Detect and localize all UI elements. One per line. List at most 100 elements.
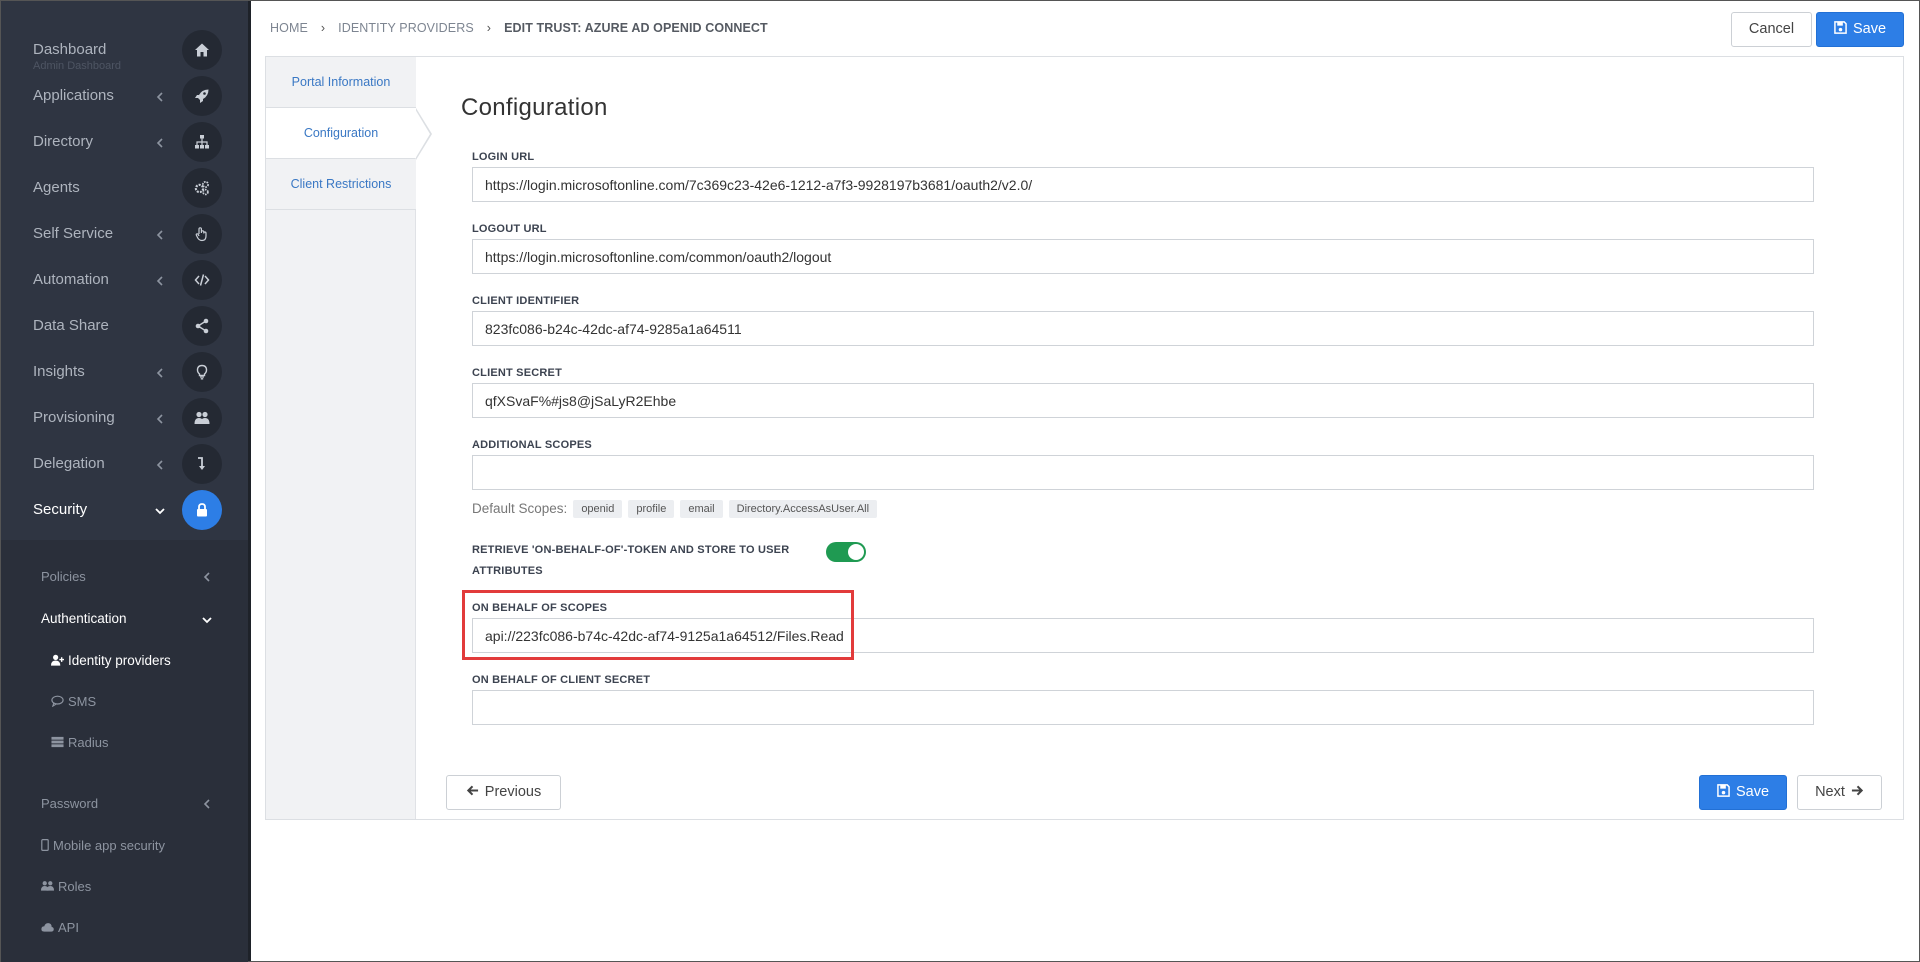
sidebar-item-policies[interactable]: Policies bbox=[41, 569, 86, 584]
sidebar-item-automation[interactable]: Automation bbox=[0, 258, 247, 304]
breadcrumb-home[interactable]: HOME bbox=[270, 21, 308, 35]
logout-url-label: LOGOUT URL bbox=[472, 223, 547, 235]
sidebar-item-label: Applications bbox=[33, 87, 114, 104]
sidebar-item-dashboard[interactable]: Dashboard Admin Dashboard bbox=[0, 28, 247, 74]
sidebar-item-label: Identity providers bbox=[68, 653, 171, 668]
tab-configuration[interactable]: Configuration bbox=[266, 108, 416, 159]
sidebar-item-identity-providers[interactable]: Identity providers bbox=[51, 653, 171, 668]
sidebar-item-password[interactable]: Password bbox=[41, 796, 98, 811]
sidebar-item-label: Directory bbox=[33, 133, 94, 150]
server-icon bbox=[51, 736, 64, 748]
obo-token-toggle[interactable] bbox=[826, 542, 866, 562]
sidebar-item-authentication[interactable]: Authentication bbox=[41, 611, 127, 626]
user-plus-icon bbox=[51, 654, 64, 666]
comment-icon bbox=[51, 695, 64, 707]
sidebar-item-label: Agents bbox=[33, 179, 80, 196]
obo-toggle-label-line2: ATTRIBUTES bbox=[472, 565, 543, 577]
breadcrumb-identity-providers[interactable]: IDENTITY PROVIDERS bbox=[338, 21, 474, 35]
security-submenu bbox=[1, 540, 248, 962]
chevron-right-icon: › bbox=[486, 21, 492, 35]
sidebar-item-label: Mobile app security bbox=[53, 838, 165, 853]
scope-tag: Directory.AccessAsUser.All bbox=[728, 500, 878, 518]
chevron-left-icon bbox=[156, 92, 163, 102]
mobile-icon bbox=[41, 839, 49, 851]
breadcrumb-current: EDIT TRUST: AZURE AD OPENID CONNECT bbox=[504, 21, 768, 35]
sidebar-item-sms[interactable]: SMS bbox=[51, 694, 96, 709]
floppy-disk-icon bbox=[1834, 21, 1847, 34]
sidebar-item-label: Roles bbox=[58, 879, 92, 894]
sidebar-item-label: Data Share bbox=[33, 317, 109, 334]
cancel-button[interactable]: Cancel bbox=[1731, 12, 1812, 47]
client-identifier-label: CLIENT IDENTIFIER bbox=[472, 295, 580, 307]
highlight-annotation-box bbox=[462, 590, 854, 660]
tab-label: Configuration bbox=[303, 126, 379, 140]
chevron-down-icon bbox=[202, 617, 212, 624]
tab-label: Client Restrictions bbox=[290, 177, 392, 191]
sidebar-item-delegation[interactable]: Delegation bbox=[0, 442, 247, 488]
sidebar-item-self-service[interactable]: Self Service bbox=[0, 212, 247, 258]
sidebar-item-agents[interactable]: Agents bbox=[0, 166, 247, 212]
sidebar-icon-circle bbox=[182, 398, 222, 438]
default-scopes-label: Default Scopes: bbox=[472, 501, 568, 516]
sidebar-item-label: Dashboard bbox=[33, 41, 107, 58]
client-identifier-input[interactable] bbox=[472, 311, 1814, 346]
obo-toggle-label-line1: RETRIEVE 'ON-BEHALF-OF'-TOKEN AND STORE … bbox=[472, 544, 790, 556]
save-button-bottom[interactable]: Save bbox=[1699, 775, 1787, 810]
sidebar-item-label: Password bbox=[41, 796, 99, 811]
users-icon bbox=[194, 411, 210, 424]
additional-scopes-label: ADDITIONAL SCOPES bbox=[472, 439, 592, 451]
login-url-label: LOGIN URL bbox=[472, 151, 535, 163]
client-secret-input[interactable] bbox=[472, 383, 1814, 418]
breadcrumb: HOME › IDENTITY PROVIDERS › EDIT TRUST: AZUR… bbox=[270, 21, 768, 35]
chevron-left-icon bbox=[203, 572, 210, 582]
sidebar-item-label: Automation bbox=[33, 271, 109, 288]
sidebar-item-mobile-app-security[interactable]: Mobile app security bbox=[41, 838, 165, 853]
next-button[interactable]: Next bbox=[1797, 775, 1882, 810]
sidebar-icon-circle bbox=[182, 122, 222, 162]
sidebar-item-label: Delegation bbox=[33, 455, 105, 472]
sidebar-item-label: Authentication bbox=[41, 611, 127, 626]
sidebar-divider bbox=[248, 1, 251, 961]
sidebar-item-provisioning[interactable]: Provisioning bbox=[0, 396, 247, 442]
chevron-right-icon: › bbox=[320, 21, 326, 35]
sidebar-icon-circle bbox=[182, 490, 222, 530]
tab-portal-information[interactable]: Portal Information bbox=[266, 57, 416, 108]
sidebar-item-roles[interactable]: Roles bbox=[41, 879, 91, 894]
page-title: Configuration bbox=[461, 94, 608, 121]
previous-button[interactable]: Previous bbox=[446, 775, 561, 810]
sidebar-item-label: Provisioning bbox=[33, 409, 115, 426]
share-icon bbox=[195, 318, 209, 334]
save-button-top[interactable]: Save bbox=[1816, 12, 1904, 47]
sidebar-item-security[interactable]: Security bbox=[0, 488, 247, 534]
toggle-knob bbox=[848, 544, 864, 560]
level-down-icon bbox=[198, 457, 205, 470]
sidebar-icon-circle bbox=[182, 352, 222, 392]
tab-client-restrictions[interactable]: Client Restrictions bbox=[266, 159, 416, 210]
sidebar-item-api[interactable]: API bbox=[41, 920, 79, 935]
button-label: Cancel bbox=[1748, 21, 1795, 37]
sidebar-item-directory[interactable]: Directory bbox=[0, 120, 247, 166]
button-label: Save bbox=[1735, 784, 1770, 800]
hand-icon bbox=[195, 227, 207, 242]
chevron-left-icon bbox=[203, 799, 210, 809]
cloud-icon bbox=[41, 923, 54, 932]
sidebar-icon-circle bbox=[182, 306, 222, 346]
sidebar-item-data-share[interactable]: Data Share bbox=[0, 304, 247, 350]
sidebar-item-radius[interactable]: Radius bbox=[51, 735, 108, 750]
additional-scopes-input[interactable] bbox=[472, 455, 1814, 490]
logout-url-input[interactable] bbox=[472, 239, 1814, 274]
sidebar-item-sublabel: Admin Dashboard bbox=[33, 60, 122, 72]
sidebar-icon-circle bbox=[182, 168, 222, 208]
scope-tag: email bbox=[680, 500, 723, 518]
sidebar-icon-circle bbox=[182, 30, 222, 70]
sidebar-icon-circle bbox=[182, 76, 222, 116]
arrow-right-icon bbox=[1851, 785, 1864, 796]
sidebar-item-applications[interactable]: Applications bbox=[0, 74, 247, 120]
obo-client-secret-input[interactable] bbox=[472, 690, 1814, 725]
active-tab-pointer-fill bbox=[415, 109, 430, 159]
sidebar-item-insights[interactable]: Insights bbox=[0, 350, 247, 396]
chevron-left-icon bbox=[156, 414, 163, 424]
sidebar-item-label: API bbox=[58, 920, 79, 935]
login-url-input[interactable] bbox=[472, 167, 1814, 202]
sidebar-item-label: Policies bbox=[41, 569, 86, 584]
